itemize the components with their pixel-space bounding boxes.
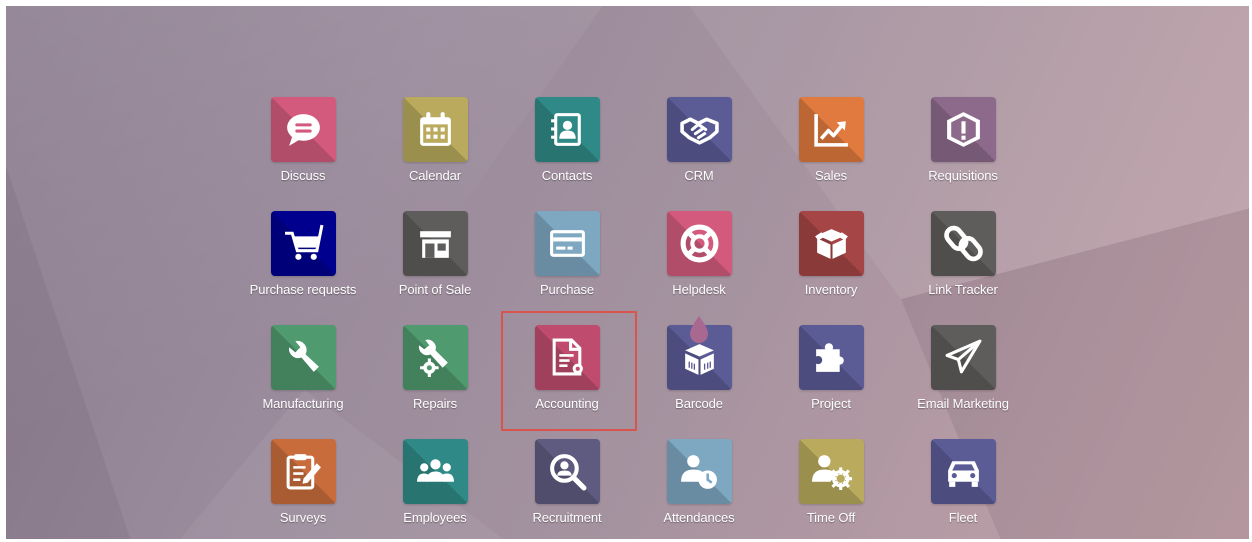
trend-chart-icon [813, 114, 848, 147]
app-inventory[interactable]: Inventory [765, 211, 897, 319]
app-label: Point of Sale [398, 282, 472, 297]
app-purchase[interactable]: Purchase [501, 211, 633, 319]
app-label: Recruitment [532, 510, 602, 525]
app-surveys[interactable]: Surveys [237, 439, 369, 542]
drop-overlay-icon [690, 316, 708, 343]
app-project[interactable]: Project [765, 325, 897, 433]
document-gear-icon [552, 338, 583, 376]
app-label: Repairs [412, 396, 458, 411]
app-calendar[interactable]: Calendar [369, 97, 501, 205]
app-tile[interactable] [798, 325, 864, 390]
app-label: Discuss [280, 168, 326, 183]
app-label: Purchase requests [249, 282, 357, 297]
app-label: Accounting [535, 396, 599, 411]
app-tile[interactable] [930, 325, 996, 390]
app-tile[interactable] [402, 211, 468, 276]
link-icon [943, 225, 983, 262]
app-label: Inventory [804, 282, 858, 297]
app-discuss[interactable]: Discuss [237, 97, 369, 205]
app-label: Barcode [675, 396, 723, 411]
magnifier-icon [549, 454, 586, 491]
app-fleet[interactable]: Fleet [897, 439, 1029, 542]
app-label: Project [811, 396, 851, 411]
app-helpdesk[interactable]: Helpdesk [633, 211, 765, 319]
app-label: Employees [403, 510, 467, 525]
clipboard-pencil-icon [286, 454, 321, 490]
people-icon [416, 459, 454, 482]
app-tile[interactable] [270, 211, 336, 276]
app-label: Attendances [663, 510, 735, 525]
app-sales[interactable]: Sales [765, 97, 897, 205]
app-link-tracker[interactable]: Link Tracker [897, 211, 1029, 319]
app-contacts[interactable]: Contacts [501, 97, 633, 205]
app-label: Manufacturing [262, 396, 344, 411]
calendar-icon [419, 112, 451, 146]
address-book-icon [550, 113, 581, 146]
handshake-icon [679, 117, 719, 145]
app-tile[interactable] [666, 97, 732, 162]
app-label: Surveys [279, 510, 327, 525]
app-label: Helpdesk [672, 282, 726, 297]
app-tile[interactable] [270, 97, 336, 162]
car-icon [947, 461, 979, 487]
app-tile[interactable] [930, 97, 996, 162]
app-purchase-requests[interactable]: Purchase requests [237, 211, 369, 319]
app-tile[interactable] [270, 325, 336, 390]
user-gear-icon [811, 455, 852, 490]
app-tile[interactable] [402, 97, 468, 162]
app-attendances[interactable]: Attendances [633, 439, 765, 542]
app-label: Purchase [539, 282, 595, 297]
wrench-icon [288, 340, 319, 372]
app-point-of-sale[interactable]: Point of Sale [369, 211, 501, 319]
app-tile[interactable] [930, 439, 996, 504]
app-tile[interactable] [402, 325, 468, 390]
app-repairs[interactable]: Repairs [369, 325, 501, 433]
app-tile[interactable] [402, 439, 468, 504]
app-tile[interactable] [666, 211, 732, 276]
app-label: Link Tracker [928, 282, 998, 297]
app-time-off[interactable]: Time Off [765, 439, 897, 542]
app-tile[interactable] [798, 439, 864, 504]
app-tile[interactable] [798, 211, 864, 276]
wrench-gear-icon [418, 339, 448, 377]
app-crm[interactable]: CRM [633, 97, 765, 205]
puzzle-icon [815, 343, 844, 372]
app-tile[interactable] [534, 211, 600, 276]
app-label: Contacts [541, 168, 593, 183]
app-tile[interactable] [930, 211, 996, 276]
app-tile[interactable] [270, 439, 336, 504]
app-email-marketing[interactable]: Email Marketing [897, 325, 1029, 433]
app-label: Requisitions [928, 168, 998, 183]
app-manufacturing[interactable]: Manufacturing [237, 325, 369, 433]
app-tile[interactable] [534, 325, 600, 390]
user-clock-icon [680, 455, 717, 489]
app-requisitions[interactable]: Requisitions [897, 97, 1029, 205]
alert-box-icon [946, 112, 980, 147]
paper-plane-icon [945, 339, 981, 374]
app-employees[interactable]: Employees [369, 439, 501, 542]
chat-bubble-icon [286, 114, 320, 146]
app-label: Calendar [409, 168, 461, 183]
life-ring-icon [680, 224, 718, 263]
app-label: Fleet [948, 510, 978, 525]
app-label: CRM [684, 168, 714, 183]
app-tile[interactable] [534, 439, 600, 504]
shopping-cart-icon [284, 224, 323, 260]
store-icon [419, 231, 451, 258]
app-label: Sales [814, 168, 848, 183]
app-accounting[interactable]: Accounting [501, 325, 633, 433]
app-tile[interactable] [666, 439, 732, 504]
app-recruitment[interactable]: Recruitment [501, 439, 633, 542]
app-label: Email Marketing [917, 396, 1009, 411]
app-tile[interactable] [534, 97, 600, 162]
credit-card-icon [549, 230, 585, 257]
app-tile[interactable] [798, 97, 864, 162]
box-icon [814, 229, 848, 259]
app-label: Time Off [806, 510, 856, 525]
